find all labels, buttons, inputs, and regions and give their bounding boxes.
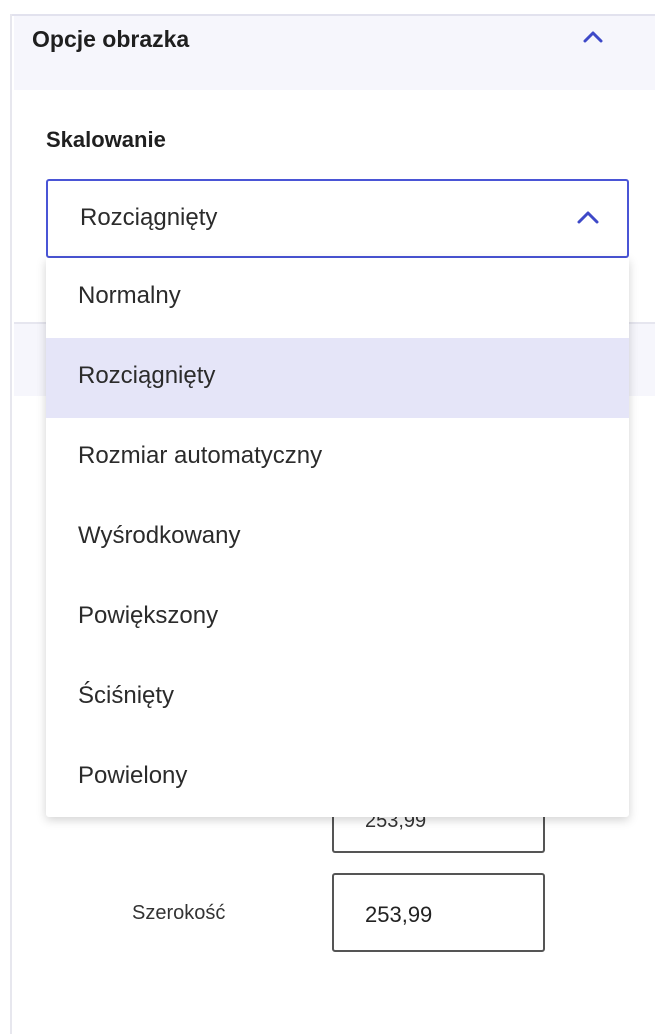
option-label: Ściśnięty: [78, 682, 175, 709]
scaling-dropdown-menu: Normalny Rozciągnięty Rozmiar automatycz…: [46, 258, 629, 817]
option-label: Rozmiar automatyczny: [78, 442, 323, 469]
scaling-option-stretched[interactable]: Rozciągnięty: [46, 338, 629, 418]
scaling-select-value: Rozciągnięty: [80, 204, 218, 231]
scaling-option-autosize[interactable]: Rozmiar automatyczny: [46, 418, 629, 498]
option-label: Powiększony: [78, 602, 219, 629]
option-label: Wyśrodkowany: [78, 522, 241, 549]
scaling-select[interactable]: Rozciągnięty: [46, 179, 629, 258]
scaling-label: Skalowanie: [46, 127, 166, 152]
scaling-option-tiled[interactable]: Powielony: [46, 738, 629, 817]
scaling-option-zoomed[interactable]: Powiększony: [46, 578, 629, 658]
section-title: Opcje obrazka: [32, 26, 190, 52]
chevron-up-icon: [583, 31, 603, 43]
option-label: Powielony: [78, 762, 188, 789]
option-label: Rozciągnięty: [78, 362, 216, 389]
scaling-option-normal[interactable]: Normalny: [46, 258, 629, 338]
width-input-value: 253,99: [365, 902, 433, 927]
width-label: Szerokość: [132, 902, 226, 924]
option-label: Normalny: [78, 282, 181, 309]
width-input[interactable]: 253,99: [332, 873, 545, 952]
panel-left-border: [0, 14, 12, 1034]
collapse-section-button[interactable]: [570, 20, 618, 56]
chevron-up-icon: [577, 211, 599, 224]
scaling-option-centered[interactable]: Wyśrodkowany: [46, 498, 629, 578]
height-input[interactable]: 253,99: [332, 810, 545, 853]
scaling-option-squeezed[interactable]: Ściśnięty: [46, 658, 629, 738]
